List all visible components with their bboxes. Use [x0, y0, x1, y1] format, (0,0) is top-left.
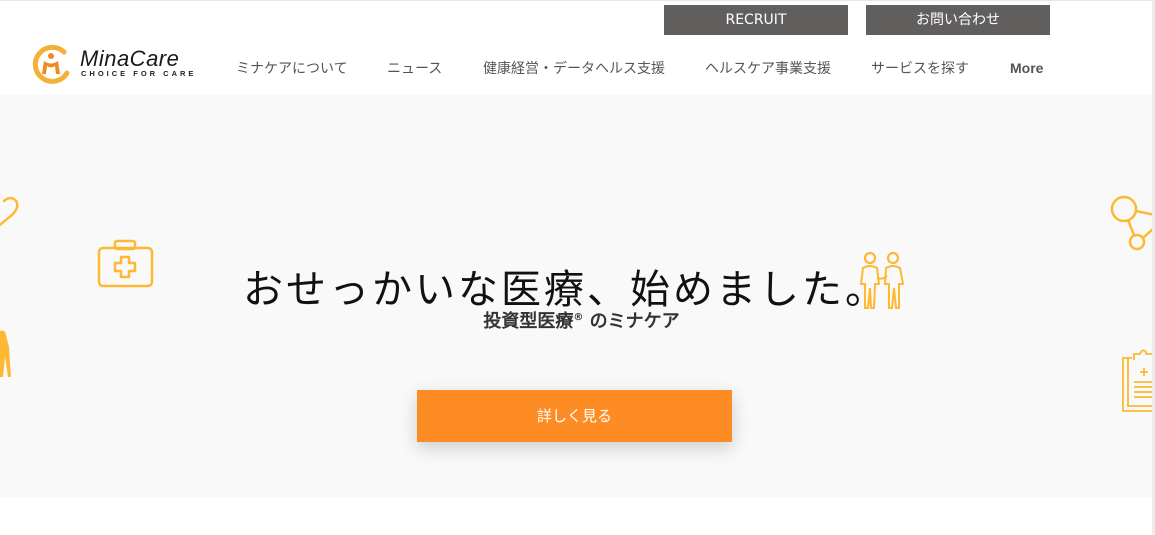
walking-person-icon	[0, 330, 11, 377]
top-border	[0, 0, 1155, 1]
subtitle-main: 投資型医療	[483, 311, 574, 332]
hero-section: おせっかいな医療、始めました。 投資型医療® のミナケア 詳しく見る	[0, 95, 1153, 497]
heart-icon	[0, 196, 19, 227]
clipboard-icon	[1122, 349, 1153, 412]
contact-button[interactable]: お問い合わせ	[866, 5, 1050, 35]
nav-health-management[interactable]: 健康経営・データヘルス支援	[483, 58, 665, 78]
nav-find-service[interactable]: サービスを探す	[871, 58, 969, 78]
nav-about[interactable]: ミナケアについて	[236, 58, 348, 78]
nav-more[interactable]: More	[1010, 60, 1043, 76]
learn-more-button[interactable]: 詳しく見る	[417, 390, 732, 442]
caregiver-patient-icon	[859, 251, 905, 309]
first-aid-kit-icon	[97, 239, 154, 288]
network-nodes-icon	[1110, 195, 1153, 251]
nav-news[interactable]: ニュース	[387, 58, 442, 78]
brand-tagline: CHOICE FOR CARE	[81, 69, 197, 78]
registered-mark: ®	[573, 312, 584, 323]
hero-subtitle: 投資型医療® のミナケア	[0, 307, 1153, 333]
nav-healthcare-business[interactable]: ヘルスケア事業支援	[705, 58, 831, 78]
logo[interactable]: MinaCare CHOICE FOR CARE	[31, 44, 201, 84]
logo-mark-icon	[32, 44, 70, 84]
subtitle-rest: のミナケア	[583, 311, 680, 332]
recruit-button[interactable]: RECRUIT	[664, 5, 848, 35]
